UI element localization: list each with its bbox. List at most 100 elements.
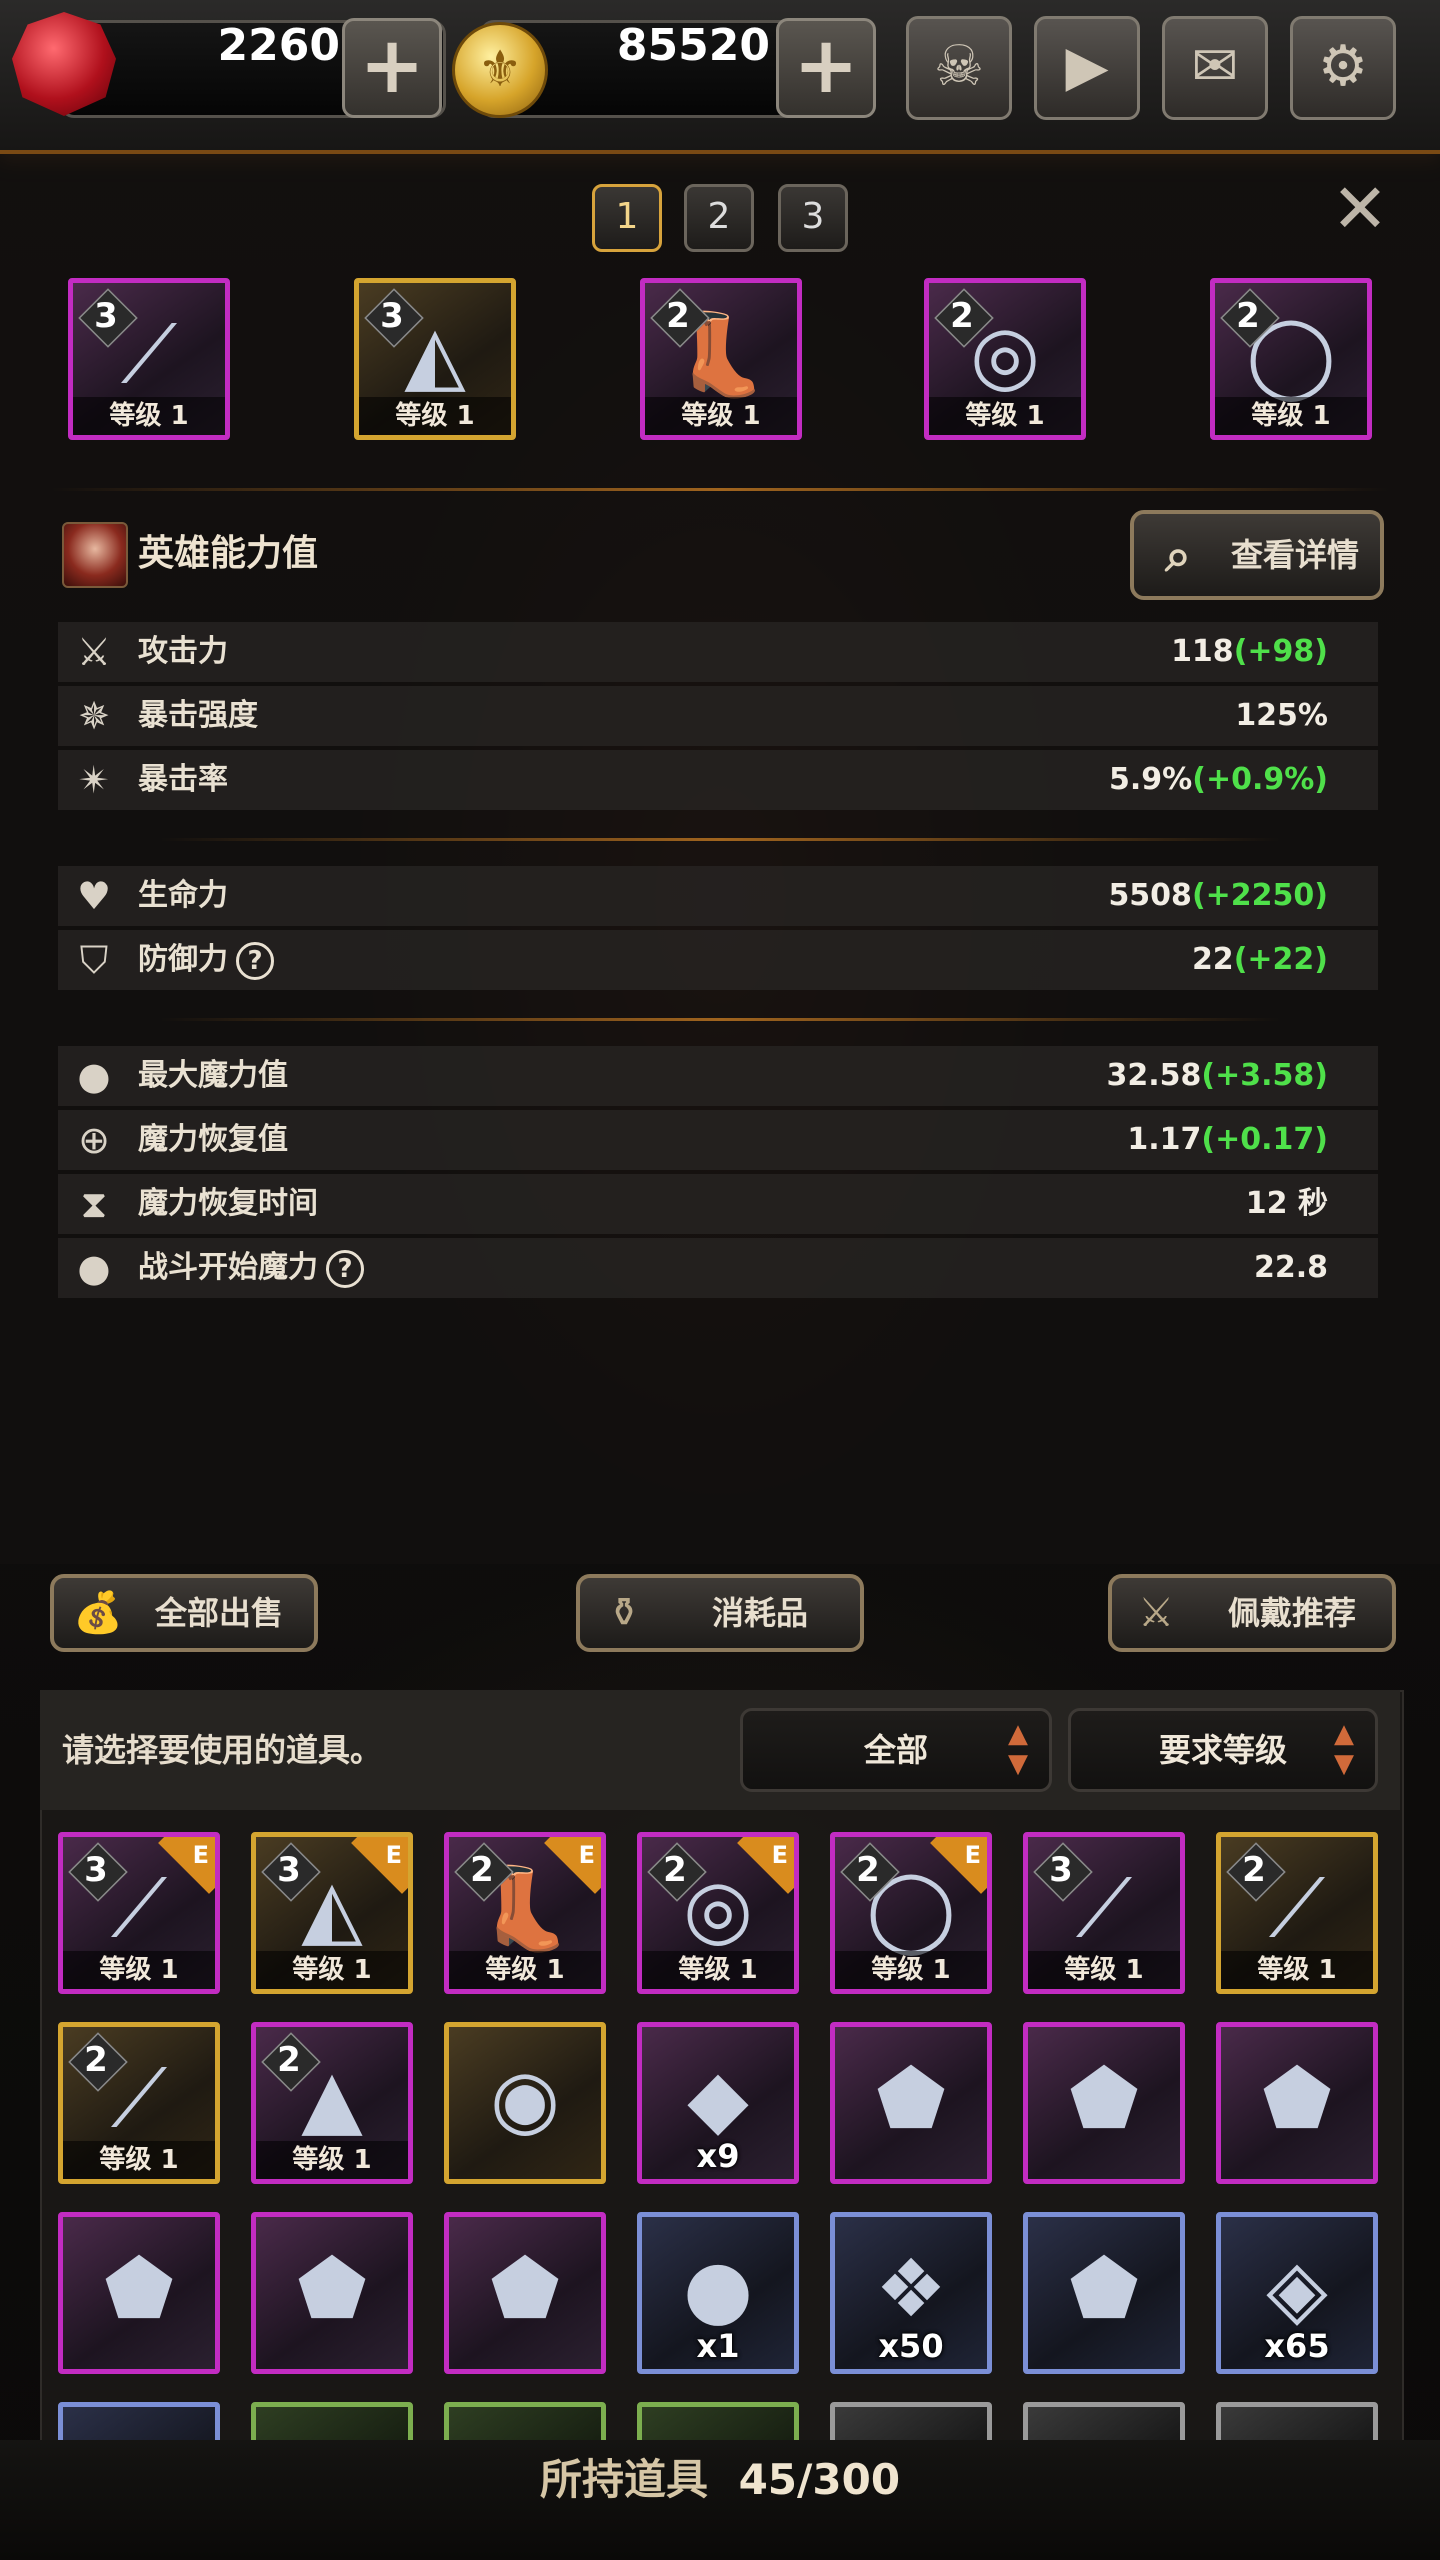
- equipped-tag: E: [192, 1841, 209, 1869]
- stat-value: 22.8: [1253, 1250, 1328, 1285]
- inventory-item[interactable]: ▪: [830, 2402, 992, 2442]
- stat-row-start-mana: ● 战斗开始魔力? 22.8: [58, 1238, 1378, 1298]
- consumables-button[interactable]: ⚱ 消耗品: [576, 1574, 864, 1652]
- inventory-item[interactable]: ▪: [444, 2402, 606, 2442]
- equipped-slot-amulet[interactable]: ◎ 2 等级 1: [924, 278, 1086, 440]
- gem-amount: 2260: [217, 20, 340, 71]
- rune-stone-icon: ⬟: [876, 2052, 946, 2145]
- stat-value: 125%: [1235, 698, 1328, 733]
- sort-dropdown[interactable]: 要求等级 ▲ ▼: [1068, 1708, 1378, 1792]
- settings-button[interactable]: ⚙: [1290, 16, 1396, 120]
- view-details-button[interactable]: ⌕ 查看详情: [1130, 510, 1384, 600]
- sword-icon: ⚔: [76, 630, 112, 674]
- sell-all-button[interactable]: 💰 全部出售: [50, 1574, 318, 1652]
- stat-label: 攻击力: [138, 634, 228, 669]
- inventory-item[interactable]: ◆ x9: [637, 2022, 799, 2184]
- category-filter-value: 全部: [863, 1731, 928, 1769]
- equipped-slot-spear[interactable]: ⟋ 3 等级 1: [68, 278, 230, 440]
- page-tab-1[interactable]: 1: [592, 184, 662, 252]
- stat-row-mana-regen-time: ⧗ 魔力恢复时间 12 秒: [58, 1174, 1378, 1234]
- inventory-item[interactable]: ◉: [444, 2022, 606, 2184]
- stat-value: 5508(+2250): [1108, 878, 1328, 913]
- rune-stone-icon: ⬟: [104, 2242, 174, 2335]
- inventory-item[interactable]: ⬟: [1216, 2022, 1378, 2184]
- sort-arrows-icon: ▲ ▼: [1334, 1719, 1354, 1779]
- inventory-item[interactable]: ▪: [637, 2402, 799, 2442]
- inventory-item[interactable]: ⬟: [830, 2022, 992, 2184]
- hero-portrait-icon: [62, 522, 128, 588]
- equipped-slot-boots[interactable]: 👢 2 等级 1: [640, 278, 802, 440]
- inventory-item[interactable]: ▪: [1023, 2402, 1185, 2442]
- help-icon[interactable]: ?: [236, 941, 274, 980]
- equipped-slot-cloak[interactable]: ◭ 3 等级 1: [354, 278, 516, 440]
- stat-row-crit-rate: ✴ 暴击率 5.9%(+0.9%): [58, 750, 1378, 810]
- stat-row-attack: ⚔ 攻击力 118(+98): [58, 622, 1378, 682]
- inventory-item[interactable]: ⬟: [58, 2212, 220, 2374]
- recommend-equip-button[interactable]: ⚔ 佩戴推荐: [1108, 1574, 1396, 1652]
- inventory-item[interactable]: ⬟: [251, 2212, 413, 2374]
- inventory-item[interactable]: ▪: [58, 2402, 220, 2442]
- mail-button[interactable]: ✉: [1162, 16, 1268, 120]
- rune-stone-icon: ⬟: [1069, 2052, 1139, 2145]
- inventory-item[interactable]: ❖ x50: [830, 2212, 992, 2374]
- tier-number: 2: [666, 296, 690, 336]
- inventory-item[interactable]: ▪: [251, 2402, 413, 2442]
- compass-icon: ◉: [490, 2052, 560, 2145]
- inventory-item[interactable]: ⟋ 3 E 等级 1: [58, 1832, 220, 1994]
- skull-icon: ☠: [933, 34, 985, 99]
- inventory-item[interactable]: 👢 2 E 等级 1: [444, 1832, 606, 1994]
- divider: [50, 488, 1390, 491]
- inventory-item[interactable]: ⬟: [1023, 2212, 1185, 2374]
- divider: [160, 1018, 1280, 1021]
- inventory-item[interactable]: ◭ 3 E 等级 1: [251, 1832, 413, 1994]
- equipped-slot-ring[interactable]: ◯ 2 等级 1: [1210, 278, 1372, 440]
- item-level: 等级 1: [1215, 397, 1367, 435]
- item-level: 等级 1: [642, 1951, 794, 1989]
- category-filter-dropdown[interactable]: 全部 ▲ ▼: [740, 1708, 1052, 1792]
- stat-row-mana-regen: ⊕ 魔力恢复值 1.17(+0.17): [58, 1110, 1378, 1170]
- inventory-prompt: 请选择要使用的道具。: [62, 1731, 383, 1769]
- stat-row-max-mana: ● 最大魔力值 32.58(+3.58): [58, 1046, 1378, 1106]
- item-level: 等级 1: [835, 1951, 987, 1989]
- help-icon[interactable]: ?: [326, 1249, 364, 1288]
- sort-value: 要求等级: [1158, 1731, 1287, 1769]
- inventory-grid: ⟋ 3 E 等级 1 ◭ 3 E 等级 1 👢 2 E 等级 1 ◎ 2 E 等级 1 ◯ 2 E 等级 1 ⟋ 3 等级 …: [40, 1814, 1400, 2442]
- tier-number: 3: [1049, 1850, 1073, 1890]
- add-gold-button[interactable]: +: [776, 18, 876, 118]
- hero-skull-button[interactable]: ☠: [906, 16, 1012, 120]
- page-tab-3[interactable]: 3: [778, 184, 848, 252]
- inventory-item[interactable]: ⟋ 2 等级 1: [1216, 1832, 1378, 1994]
- item-quantity: x65: [1264, 2327, 1330, 2365]
- add-gems-button[interactable]: +: [342, 18, 442, 118]
- equipped-tag: E: [771, 1841, 788, 1869]
- inventory-item[interactable]: ⟋ 2 等级 1: [58, 2022, 220, 2184]
- tier-number: 2: [1236, 296, 1260, 336]
- shield-icon: ⛉: [79, 938, 109, 982]
- inventory-item[interactable]: ⬟: [444, 2212, 606, 2374]
- tier-number: 3: [84, 1850, 108, 1890]
- close-button[interactable]: ✕: [1325, 175, 1395, 245]
- inventory-item[interactable]: ▪: [1216, 2402, 1378, 2442]
- stat-value: 12 秒: [1245, 1186, 1328, 1221]
- tier-number: 2: [950, 296, 974, 336]
- ore-icon: ❖: [875, 2242, 947, 2335]
- inventory-item[interactable]: ● x1: [637, 2212, 799, 2374]
- inventory-capacity-count: 45/300: [738, 2455, 901, 2504]
- inventory-item[interactable]: ◯ 2 E 等级 1: [830, 1832, 992, 1994]
- heart-icon: ♥: [76, 874, 112, 918]
- stat-row-defense: ⛉ 防御力? 22(+22): [58, 930, 1378, 990]
- item-quantity: x1: [696, 2327, 740, 2365]
- video-ad-button[interactable]: ▶: [1034, 16, 1140, 120]
- inventory-item[interactable]: ⟋ 3 等级 1: [1023, 1832, 1185, 1994]
- magnifier-icon: ⌕: [1165, 528, 1191, 582]
- inventory-item[interactable]: ◎ 2 E 等级 1: [637, 1832, 799, 1994]
- divider: [160, 838, 1280, 841]
- gem-shard-icon: ◈: [1266, 2242, 1328, 2335]
- inventory-item[interactable]: ▲ 2 等级 1: [251, 2022, 413, 2184]
- inventory-capacity-label: 所持道具: [539, 2455, 708, 2504]
- inventory-item[interactable]: ◈ x65: [1216, 2212, 1378, 2374]
- inventory-item[interactable]: ⬟: [1023, 2022, 1185, 2184]
- page-tab-2[interactable]: 2: [684, 184, 754, 252]
- stat-label: 暴击率: [138, 762, 228, 797]
- top-resource-bar: 2260 + ⚜ 85520 + ☠ ▶ ✉ ⚙: [0, 0, 1440, 154]
